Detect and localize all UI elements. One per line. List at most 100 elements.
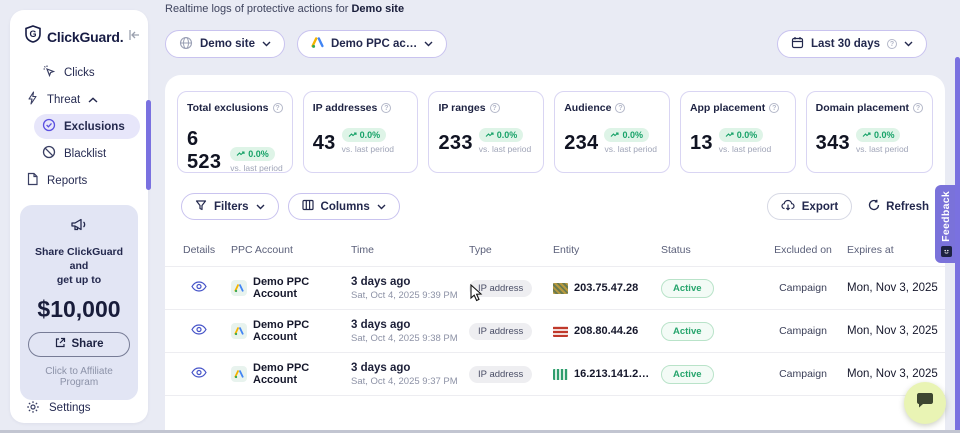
view-details-eye-icon[interactable] (183, 281, 231, 295)
stat-value: 343 (816, 132, 850, 155)
sidebar-item-exclusions[interactable]: Exclusions (34, 114, 140, 139)
subtitle-site-name: Demo site (351, 3, 404, 15)
stat-card-ip-addresses: IP addresses? 43 0.0% vs. last period (303, 91, 419, 173)
sidebar-item-settings[interactable]: Settings (10, 400, 148, 417)
table-header-row: Details PPC Account Time Type Entity Sta… (165, 234, 945, 266)
stat-value: 234 (564, 132, 598, 155)
settings-label: Settings (49, 402, 91, 414)
column-header-excluded-on[interactable]: Excluded on (771, 244, 835, 257)
excluded-on-level: Campaign (771, 325, 835, 337)
sidebar-item-reports[interactable]: Reports (18, 168, 140, 193)
view-details-eye-icon[interactable] (183, 324, 231, 338)
site-selector[interactable]: Demo site (165, 30, 285, 58)
time-absolute: Sat, Oct 4, 2025 9:37 PM (351, 376, 469, 387)
time-absolute: Sat, Oct 4, 2025 9:39 PM (351, 290, 469, 301)
columns-icon (302, 199, 314, 214)
chat-widget-button[interactable] (904, 382, 946, 424)
stat-delta: 0.0% (622, 130, 643, 140)
status-badge: Active (661, 365, 714, 384)
column-header-status[interactable]: Status (661, 244, 771, 256)
info-icon[interactable]: ? (615, 103, 625, 113)
page-subtitle: Realtime logs of protective actions for … (165, 3, 404, 15)
columns-button[interactable]: Columns (288, 193, 400, 220)
stat-period: vs. last period (719, 144, 771, 154)
trend-up-icon (485, 132, 494, 138)
column-header-ppc-account[interactable]: PPC Account (231, 244, 351, 256)
feedback-tab[interactable]: Feedback (935, 185, 957, 263)
refresh-button[interactable]: Refresh (868, 199, 929, 214)
page-scrollbar-thumb[interactable] (955, 57, 960, 433)
sidebar-item-clicks[interactable]: Clicks (34, 60, 140, 85)
chevron-up-icon (88, 94, 132, 106)
chevron-down-icon (262, 38, 271, 50)
type-badge: IP address (469, 323, 532, 340)
funnel-icon (195, 199, 207, 214)
ppc-account-name: Demo PPC Account (253, 362, 351, 386)
refresh-label: Refresh (886, 201, 929, 213)
sidebar-nav: Clicks Threat Exclusions Blacklist (10, 60, 148, 193)
sidebar-item-blacklist[interactable]: Blacklist (34, 141, 140, 166)
export-button[interactable]: Export (767, 193, 852, 220)
stat-label: Audience (564, 102, 611, 114)
brand-header: G ClickGuard. (10, 10, 148, 60)
affiliate-link[interactable]: Click to Affiliate Program (28, 366, 130, 388)
country-flag-icon (553, 283, 568, 294)
table-row[interactable]: Demo PPC Account 3 days agoSat, Oct 4, 2… (165, 266, 945, 309)
stat-period: vs. last period (342, 144, 394, 154)
sidebar-item-label: Reports (47, 175, 87, 187)
refresh-icon (868, 199, 880, 214)
table-row[interactable]: Demo PPC Account 3 days ago Sat, Oct 4, 2… (165, 352, 945, 395)
excluded-on-level: Campaign (771, 368, 835, 380)
info-icon[interactable]: ? (273, 103, 283, 113)
filters-button[interactable]: Filters (181, 193, 279, 220)
clickguard-shield-logo-icon: G (24, 25, 42, 48)
time-relative: 3 days ago (351, 362, 469, 374)
share-button[interactable]: Share (28, 332, 130, 357)
info-icon[interactable]: ? (769, 103, 779, 113)
google-ads-icon (231, 280, 247, 296)
svg-text:G: G (29, 29, 36, 39)
stat-label: IP addresses (313, 102, 378, 114)
site-selector-label: Demo site (200, 38, 255, 50)
column-header-type[interactable]: Type (469, 244, 553, 256)
stat-label: IP ranges (438, 102, 485, 114)
check-circle-icon (42, 118, 56, 135)
info-icon[interactable]: ? (381, 103, 391, 113)
stat-delta: 0.0% (360, 130, 381, 140)
affiliate-promo-card[interactable]: Share ClickGuard and get up to $10,000 S… (20, 205, 138, 400)
ppc-account-selector[interactable]: Demo PPC ac… (297, 30, 447, 58)
stat-period: vs. last period (856, 144, 908, 154)
stat-card-audience: Audience? 234 0.0% vs. last period (554, 91, 670, 173)
date-range-selector[interactable]: Last 30 days ? (777, 30, 927, 58)
stat-delta: 0.0% (737, 130, 758, 140)
stats-row: Total exclusions? 6 523 0.0% vs. last pe… (165, 75, 945, 173)
columns-label: Columns (321, 201, 370, 213)
column-header-details[interactable]: Details (183, 244, 231, 256)
sidebar-item-threat[interactable]: Threat (18, 87, 140, 112)
ppc-account-selector-label: Demo PPC ac… (331, 38, 417, 50)
type-badge: IP address (469, 366, 532, 383)
column-header-time[interactable]: Time (351, 244, 469, 256)
stat-label: App placement (690, 102, 765, 114)
sidebar-scrollbar-thumb[interactable] (146, 100, 151, 190)
info-icon[interactable]: ? (913, 103, 923, 113)
country-flag-icon (553, 326, 568, 337)
stat-period: vs. last period (230, 163, 282, 173)
stat-value: 6 523 (187, 128, 224, 174)
table-row[interactable]: Demo PPC Account 3 days agoSat, Oct 4, 2… (165, 309, 945, 352)
expires-at: Mon, Nov 3, 2025 (835, 325, 945, 337)
google-ads-icon (231, 323, 247, 339)
stat-delta: 0.0% (497, 130, 518, 140)
stat-card-domain-placement: Domain placement? 343 0.0% vs. last peri… (806, 91, 933, 173)
ppc-account-name: Demo PPC Account (253, 319, 351, 343)
sidebar-collapse-icon[interactable] (128, 29, 141, 44)
column-header-entity[interactable]: Entity (553, 244, 661, 256)
view-details-eye-icon[interactable] (183, 367, 231, 381)
status-badge: Active (661, 279, 714, 298)
sidebar: G ClickGuard. Clicks Threat Excl (10, 10, 148, 423)
column-header-expires-at[interactable]: Expires at (835, 244, 945, 256)
google-ads-icon (311, 37, 324, 52)
info-icon[interactable]: ? (490, 103, 500, 113)
external-link-icon (55, 337, 66, 351)
chevron-down-icon (904, 38, 913, 50)
